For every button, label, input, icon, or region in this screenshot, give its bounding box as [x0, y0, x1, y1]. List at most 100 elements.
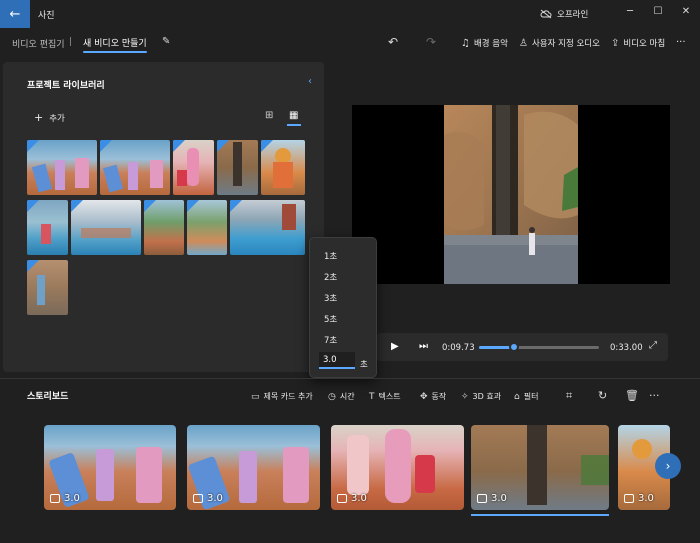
- storyboard-more-button[interactable]: ···: [649, 389, 660, 402]
- expand-icon: ⤢: [649, 340, 657, 351]
- clip-duration-value: 3.0: [491, 493, 507, 504]
- add-media-button[interactable]: + 추가: [34, 111, 65, 124]
- small-grid-view-button[interactable]: ▦: [289, 110, 298, 121]
- back-button[interactable]: ←: [0, 0, 30, 28]
- storyboard-clip[interactable]: 3.0: [44, 425, 176, 510]
- duration-option-3s[interactable]: 3초: [324, 292, 337, 304]
- back-arrow-icon: ←: [9, 6, 21, 22]
- breadcrumb-video-editor[interactable]: 비디오 편집기: [12, 37, 65, 50]
- library-thumbnail[interactable]: [261, 140, 305, 195]
- offline-status[interactable]: 오프라인: [540, 8, 588, 20]
- 3d-effects-button[interactable]: ✧ 3D 효과: [461, 391, 501, 402]
- storyboard-title: 스토리보드: [27, 392, 69, 402]
- project-library-title: 프로젝트 라이브러리: [27, 81, 105, 91]
- grid-small-icon: ▦: [289, 110, 299, 121]
- filters-button[interactable]: ⌂ 필터: [514, 391, 538, 402]
- library-thumbnail[interactable]: [230, 200, 305, 255]
- library-thumbnail[interactable]: [144, 200, 184, 255]
- duration-option-5s[interactable]: 5초: [324, 313, 337, 325]
- image-icon: [337, 494, 347, 503]
- library-thumbnail[interactable]: [173, 140, 214, 195]
- storyboard-clip[interactable]: 3.0: [331, 425, 464, 510]
- export-icon: ⇪: [611, 37, 620, 49]
- finish-video-button[interactable]: ⇪ 비디오 마침: [611, 37, 666, 50]
- fullscreen-button[interactable]: ⤢: [649, 340, 657, 351]
- duration-option-1s[interactable]: 1초: [324, 250, 337, 262]
- clip-duration-value: 3.0: [351, 493, 367, 504]
- text-button[interactable]: T 텍스트: [369, 391, 401, 402]
- rock-waterfall-image: [444, 105, 578, 284]
- duration-button[interactable]: ◷ 시간: [328, 391, 355, 402]
- duration-option-7s[interactable]: 7초: [324, 334, 337, 346]
- redo-button[interactable]: ↷: [426, 35, 436, 49]
- title-bar: [0, 0, 700, 28]
- play-button[interactable]: ▶: [391, 341, 399, 352]
- clip-duration-value: 3.0: [64, 493, 80, 504]
- scroll-right-button[interactable]: ›: [655, 453, 681, 479]
- clip-duration: 3.0: [337, 493, 367, 504]
- minimize-button[interactable]: ─: [616, 0, 644, 22]
- library-thumbnail[interactable]: [27, 260, 68, 315]
- next-frame-button[interactable]: ⏭: [419, 341, 428, 352]
- undo-button[interactable]: ↶: [388, 35, 398, 49]
- finish-video-label: 비디오 마침: [623, 39, 666, 49]
- custom-audio-button[interactable]: ♙ 사용자 지정 오디오: [519, 37, 600, 50]
- duration-unit: 초: [360, 360, 368, 370]
- chevron-left-icon: ‹: [308, 76, 312, 87]
- crop-icon: ⌗: [566, 389, 573, 402]
- delete-button[interactable]: 🗑: [625, 389, 639, 402]
- library-thumbnail[interactable]: [27, 200, 68, 255]
- breadcrumb-new-video[interactable]: 새 비디오 만들기: [83, 36, 147, 49]
- pencil-icon[interactable]: ✎: [162, 36, 170, 47]
- background-music-button[interactable]: ♫ 배경 음악: [461, 37, 508, 50]
- library-thumbnail[interactable]: [217, 140, 258, 195]
- clip-duration: 3.0: [624, 493, 654, 504]
- view-active-indicator: [287, 124, 301, 126]
- current-time: 0:09.73: [442, 343, 475, 353]
- image-icon: [50, 494, 60, 503]
- redo-icon: ↷: [426, 35, 437, 49]
- total-time: 0:33.00: [610, 343, 643, 353]
- clip-duration: 3.0: [477, 493, 507, 504]
- custom-audio-label: 사용자 지정 오디오: [531, 39, 600, 49]
- library-thumbnail[interactable]: [100, 140, 170, 195]
- 3d-effects-label: 3D 효과: [472, 392, 502, 401]
- rotate-button[interactable]: ↻: [598, 389, 607, 402]
- rotate-icon: ↻: [598, 389, 608, 402]
- crop-button[interactable]: ⌗: [566, 389, 572, 403]
- library-thumbnail[interactable]: [27, 140, 97, 195]
- storyboard-clip-selected[interactable]: 3.0: [471, 425, 609, 510]
- motion-label: 동작: [431, 392, 447, 401]
- 3d-effects-icon: ✧: [461, 391, 469, 402]
- clip-duration-value: 3.0: [638, 493, 654, 504]
- play-icon: ▶: [391, 341, 399, 352]
- add-title-card-label: 제목 카드 추가: [263, 392, 313, 401]
- app-title: 사진: [38, 11, 55, 21]
- large-grid-view-button[interactable]: ⊞: [265, 110, 273, 121]
- add-title-card-button[interactable]: ▭ 제목 카드 추가: [251, 391, 313, 402]
- more-options-button[interactable]: ···: [676, 37, 686, 48]
- plus-icon: +: [34, 111, 44, 124]
- custom-duration-input[interactable]: [319, 352, 355, 369]
- maximize-button[interactable]: ☐: [644, 0, 672, 22]
- chevron-right-icon: ›: [665, 459, 671, 473]
- clip-duration: 3.0: [50, 493, 80, 504]
- undo-icon: ↶: [388, 35, 399, 49]
- duration-option-2s[interactable]: 2초: [324, 271, 337, 283]
- collapse-library-button[interactable]: ‹: [308, 76, 312, 87]
- preview-image: [444, 105, 578, 284]
- motion-button[interactable]: ✥ 동작: [420, 391, 446, 402]
- library-thumbnail[interactable]: [71, 200, 141, 255]
- clip-duration-value: 3.0: [207, 493, 223, 504]
- close-button[interactable]: ✕: [672, 0, 700, 22]
- filters-label: 필터: [523, 392, 539, 401]
- storyboard-clip[interactable]: 3.0: [187, 425, 320, 510]
- music-note-icon: ♫: [461, 37, 470, 49]
- offline-label: 오프라인: [557, 10, 589, 20]
- breadcrumb-active-indicator: [83, 51, 147, 53]
- selected-clip-indicator: [471, 514, 609, 516]
- library-thumbnail[interactable]: [187, 200, 227, 255]
- cloud-offline-icon: [540, 9, 552, 19]
- background-music-label: 배경 음악: [473, 39, 508, 49]
- image-icon: [477, 494, 487, 503]
